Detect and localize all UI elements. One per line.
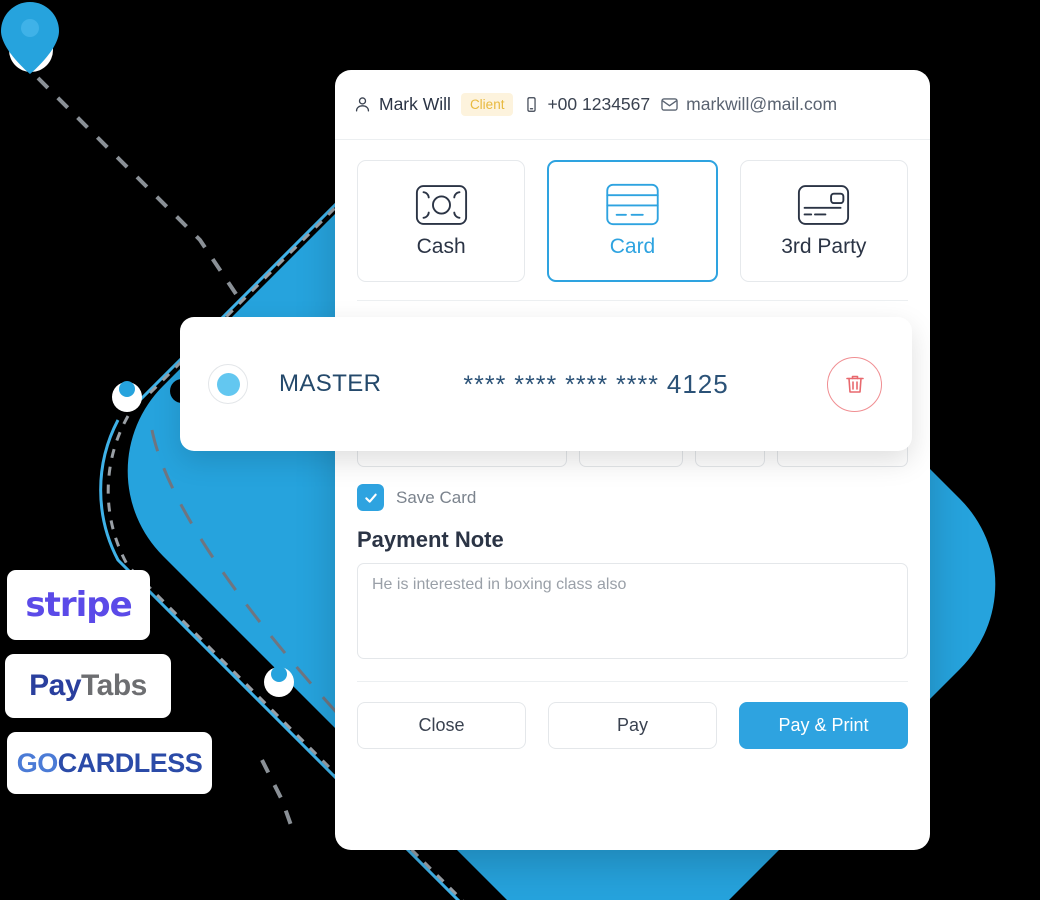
save-card-row: Save Card [335, 484, 930, 511]
payment-method-tabs: Cash Card 3rd Party [335, 140, 930, 282]
gocardless-wordmark-go: GO [16, 747, 59, 778]
modal-footer: Close Pay Pay & Print [335, 682, 930, 749]
mobile-phone-icon [523, 96, 540, 113]
saved-card-row[interactable]: MASTER **** **** **** **** 4125 [180, 317, 912, 451]
gocardless-wordmark-cardless: CARDLESS [57, 747, 203, 778]
client-phone-value: +00 1234567 [547, 94, 651, 114]
close-button[interactable]: Close [357, 702, 526, 749]
payment-note-textarea[interactable]: He is interested in boxing class also [357, 563, 908, 659]
stripe-wordmark: stripe [25, 585, 132, 625]
status-badge: Client [460, 93, 514, 116]
logo-chip-paytabs: PayTabs [5, 654, 171, 718]
tab-cash[interactable]: Cash [357, 160, 526, 282]
provider-logo-stack: stripe PayTabs GOCARDLESS [0, 570, 212, 808]
client-email-value: markwill@mail.com [686, 94, 838, 114]
client-phone: +00 1234567 [523, 94, 650, 115]
logo-chip-gocardless: GOCARDLESS [7, 732, 212, 794]
save-card-label: Save Card [396, 487, 477, 507]
saved-card-mask: **** **** **** **** [463, 370, 659, 399]
client-identity: Mark Will [353, 94, 451, 115]
user-icon [353, 95, 372, 114]
pay-and-print-button[interactable]: Pay & Print [739, 702, 908, 749]
payment-note-title: Payment Note [357, 527, 504, 552]
trash-icon [845, 375, 864, 393]
saved-card-brand: MASTER [279, 370, 382, 397]
pay-button[interactable]: Pay [548, 702, 717, 749]
paytabs-wordmark-tabs: Tabs [81, 669, 147, 702]
tab-card[interactable]: Card [547, 160, 718, 282]
tab-3rd-party-label: 3rd Party [781, 234, 867, 258]
saved-card-radio[interactable] [208, 364, 248, 404]
route-dash-upper [36, 76, 242, 302]
delete-card-button[interactable] [827, 356, 882, 412]
paytabs-wordmark-pay: Pay [29, 669, 82, 702]
tab-cash-label: Cash [416, 234, 466, 258]
gocardless-wordmark: GOCARDLESS [17, 748, 203, 779]
tab-3rd-party[interactable]: 3rd Party [739, 160, 908, 282]
saved-card-radio-dot [216, 372, 240, 396]
banknote-icon [415, 184, 468, 226]
client-email: markwill@mail.com [660, 94, 837, 115]
location-pin-icon [1, 2, 59, 74]
client-name: Mark Will [379, 94, 451, 114]
saved-card-last4: 4125 [666, 368, 729, 399]
credit-card-icon [605, 183, 660, 226]
tab-card-label: Card [609, 235, 656, 258]
save-card-checkbox[interactable] [357, 484, 384, 511]
logo-chip-stripe: stripe [7, 570, 150, 640]
payment-modal: Mark Will Client +00 1234567 markwill@ma… [335, 70, 930, 850]
route-dash-lower [260, 759, 294, 829]
paytabs-wordmark: PayTabs [29, 669, 147, 703]
modal-header: Mark Will Client +00 1234567 markwill@ma… [335, 70, 930, 140]
check-icon [364, 493, 377, 503]
saved-card-number: **** **** **** **** 4125 [463, 369, 728, 400]
id-card-icon [797, 184, 850, 226]
envelope-icon [660, 95, 679, 114]
